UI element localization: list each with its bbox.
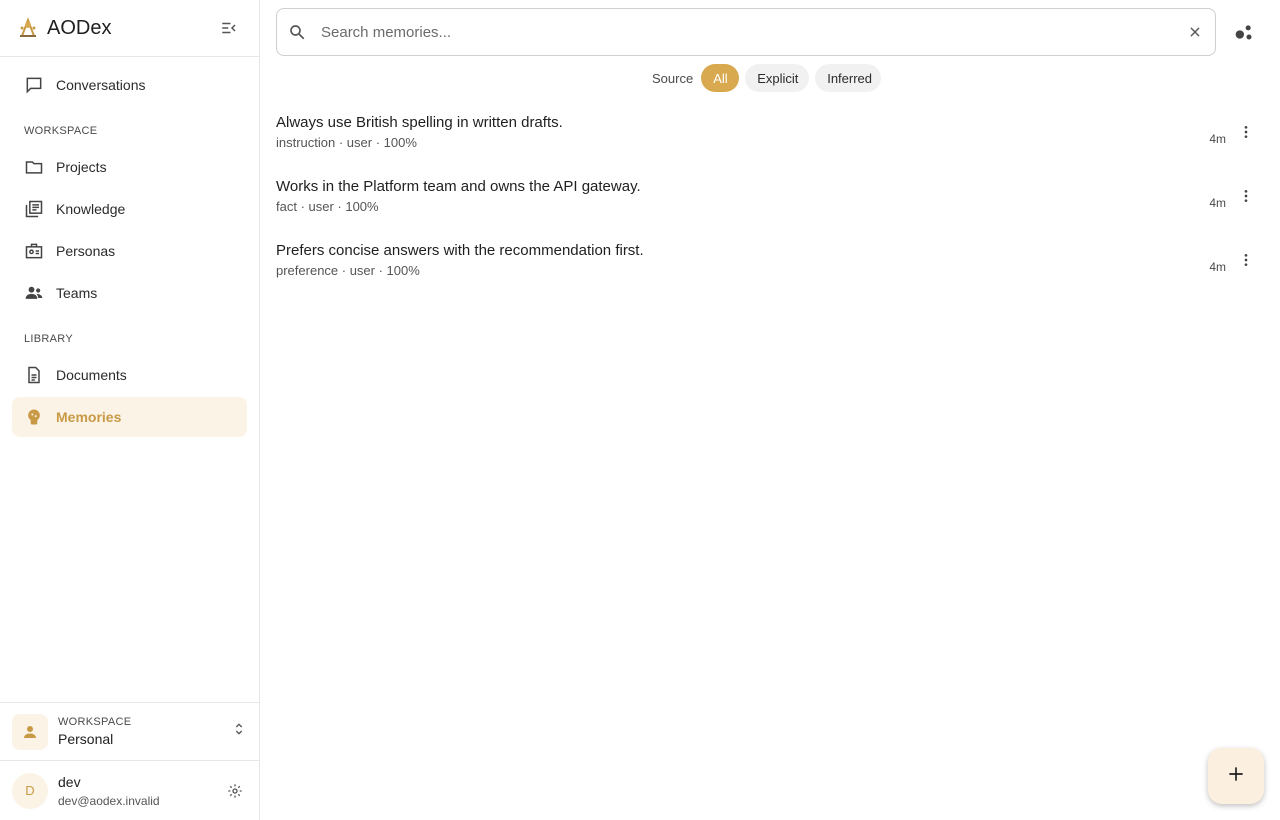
folder-icon (24, 157, 44, 177)
memory-title: Works in the Platform team and owns the … (276, 178, 641, 195)
graph-view-icon[interactable] (1232, 20, 1256, 44)
list-item[interactable]: Works in the Platform team and owns the … (276, 164, 1256, 228)
search-icon (287, 22, 307, 42)
user-email: dev@aodex.invalid (58, 793, 160, 808)
section-label-workspace: WORKSPACE (24, 125, 98, 137)
person-icon (12, 713, 48, 750)
sidebar-item-projects[interactable]: Projects (12, 147, 247, 187)
sidebar-item-teams[interactable]: Teams (12, 273, 247, 313)
app-name: AODex (47, 16, 112, 39)
filter-chip-explicit[interactable]: Explicit (745, 64, 810, 92)
sidebar-item-label: Conversations (56, 77, 146, 93)
badge-icon (24, 241, 44, 261)
document-icon (24, 365, 44, 385)
sidebar-item-label: Memories (56, 409, 122, 425)
memory-time: 4m (1209, 196, 1226, 210)
memory-meta: fact · user · 100% (276, 199, 379, 214)
memory-body: Prefers concise answers with the recomme… (276, 242, 1209, 278)
sidebar-item-conversations[interactable]: Conversations (12, 65, 247, 105)
search-input[interactable] (321, 23, 1185, 41)
filter-chip-inferred[interactable]: Inferred (815, 64, 882, 92)
section-label-library: LIBRARY (24, 333, 73, 345)
workspace-name: Personal (58, 731, 114, 747)
user-name: dev (58, 773, 81, 790)
plus-icon (1226, 764, 1246, 789)
user-text: dev dev@aodex.invalid (58, 774, 223, 808)
sidebar-item-label: Projects (56, 159, 107, 175)
sidebar-item-label: Personas (56, 243, 116, 259)
memory-time: 4m (1209, 260, 1226, 274)
more-vert-icon[interactable] (1236, 122, 1256, 142)
workspace-switcher-label: WORKSPACE (58, 716, 132, 728)
more-vert-icon[interactable] (1236, 250, 1256, 270)
more-vert-icon[interactable] (1236, 186, 1256, 206)
sidebar-item-label: Documents (56, 367, 127, 383)
library-books-icon (24, 199, 44, 219)
memory-list: Always use British spelling in written d… (276, 100, 1256, 292)
user-profile: D dev dev@aodex.invalid (0, 760, 259, 820)
memory-meta: instruction · user · 100% (276, 135, 417, 150)
filter-chip-all[interactable]: All (701, 64, 740, 92)
memory-meta: preference · user · 100% (276, 263, 420, 278)
sidebar-item-memories[interactable]: Memories (12, 397, 247, 437)
chat-bubble-icon (24, 75, 44, 95)
list-item[interactable]: Prefers concise answers with the recomme… (276, 228, 1256, 292)
gear-icon[interactable] (223, 779, 247, 803)
source-filter: Source All Explicit Inferred (652, 64, 887, 92)
aodex-logo-icon (16, 16, 40, 40)
sidebar: AODex Conversations WORKSPACE Projects K… (0, 0, 260, 820)
add-memory-button[interactable] (1208, 748, 1264, 804)
memory-body: Always use British spelling in written d… (276, 114, 1209, 150)
brand-header: AODex (0, 0, 259, 57)
workspace-switcher-text: WORKSPACE Personal (58, 716, 231, 747)
workspace-switcher[interactable]: WORKSPACE Personal (0, 702, 259, 760)
source-filter-label: Source (652, 70, 694, 86)
sidebar-item-personas[interactable]: Personas (12, 231, 247, 271)
avatar[interactable]: D (12, 772, 48, 809)
close-icon[interactable] (1185, 22, 1205, 42)
sidebar-item-documents[interactable]: Documents (12, 355, 247, 395)
unfold-icon (231, 721, 247, 742)
sidebar-item-knowledge[interactable]: Knowledge (12, 189, 247, 229)
memory-title: Always use British spelling in written d… (276, 114, 563, 131)
list-item[interactable]: Always use British spelling in written d… (276, 100, 1256, 164)
group-icon (24, 283, 44, 303)
memory-body: Works in the Platform team and owns the … (276, 178, 1209, 214)
collapse-sidebar-icon[interactable] (217, 16, 241, 40)
memory-title: Prefers concise answers with the recomme… (276, 242, 644, 259)
sidebar-item-label: Knowledge (56, 201, 126, 217)
sidebar-item-label: Teams (56, 285, 98, 301)
sidebar-nav: Conversations WORKSPACE Projects Knowled… (0, 57, 259, 447)
search-bar (276, 8, 1216, 56)
brain-icon (24, 407, 44, 427)
memory-time: 4m (1209, 132, 1226, 146)
